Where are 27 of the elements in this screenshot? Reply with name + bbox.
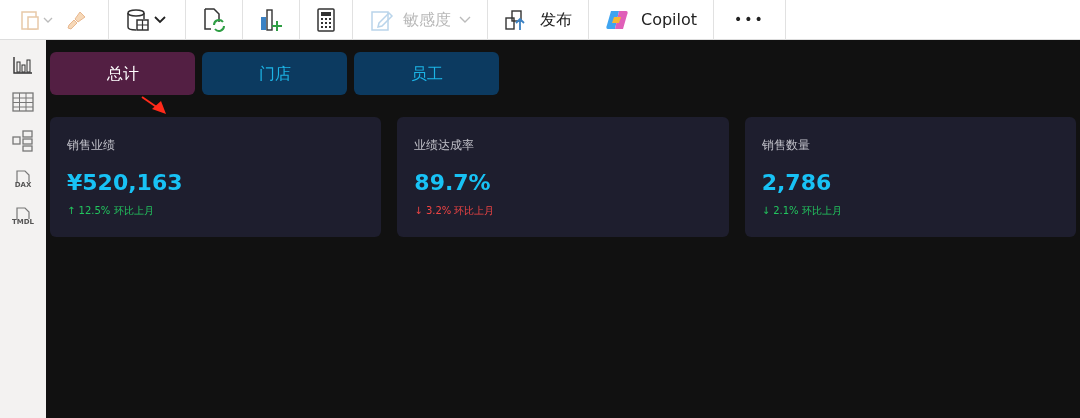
- publish-button[interactable]: 发布: [488, 7, 588, 32]
- card-value: ¥520,163: [67, 169, 183, 197]
- card-title: 销售业绩: [67, 137, 115, 154]
- caret-icon: [459, 15, 471, 24]
- card-value: 2,786: [761, 169, 832, 197]
- tab[interactable]: 总计: [50, 52, 195, 95]
- pointer-arrow-icon: [140, 95, 168, 115]
- calculator-icon[interactable]: [316, 6, 336, 33]
- refresh-file-icon[interactable]: [202, 6, 226, 33]
- table-icon[interactable]: [12, 92, 34, 112]
- trend-label: ↓ 2.1% 环比上月: [761, 204, 842, 218]
- model-icon[interactable]: [12, 130, 34, 152]
- trend-label: ↓ 3.2% 环比上月: [414, 204, 495, 218]
- more-button[interactable]: •••: [714, 9, 785, 30]
- file-icon: [16, 170, 30, 182]
- database-table-icon[interactable]: [125, 7, 169, 32]
- tab[interactable]: 员工: [354, 52, 499, 95]
- bar-chart-icon[interactable]: [13, 56, 33, 74]
- trend-label: ↑ 12.5% 环比上月: [67, 204, 154, 218]
- card-title: 业绩达成率: [414, 137, 475, 154]
- tab[interactable]: 门店: [202, 52, 347, 95]
- card-value: 89.7%: [414, 169, 491, 197]
- copilot-button[interactable]: Copilot: [589, 7, 714, 32]
- copilot-icon: [605, 8, 629, 31]
- card-title: 销售数量: [761, 137, 810, 154]
- file-icon: [16, 207, 30, 219]
- chart-add-icon[interactable]: [259, 6, 283, 33]
